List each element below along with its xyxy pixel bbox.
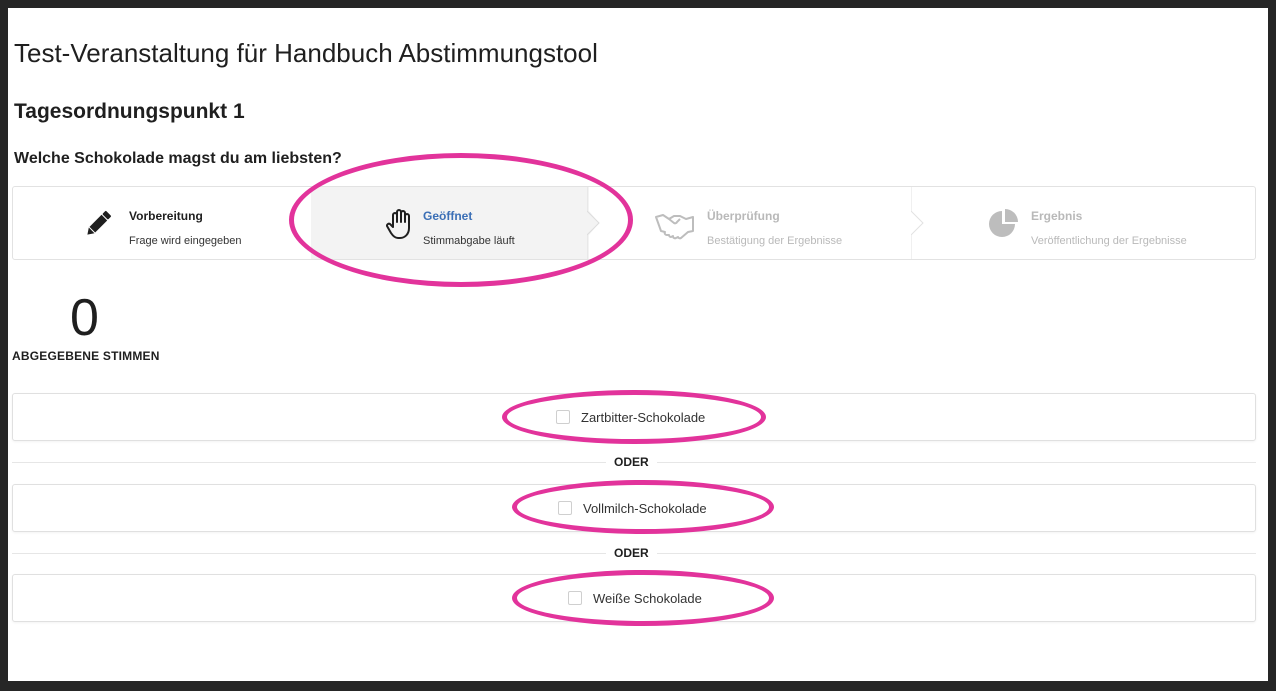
votes-label: ABGEGEBENE STIMMEN xyxy=(12,349,160,363)
step-geoeffnet: Geöffnet Stimmabgabe läuft xyxy=(311,187,587,259)
step-ergebnis: Ergebnis Veröffentlichung der Ergebnisse xyxy=(925,187,1255,259)
step-label: Vorbereitung xyxy=(129,209,203,223)
step-separator xyxy=(587,187,600,259)
votes-count: 0 xyxy=(70,289,99,347)
vote-option[interactable]: Weiße Schokolade xyxy=(12,574,1256,622)
agenda-title: Tagesordnungspunkt 1 xyxy=(14,100,245,123)
step-label: Überprüfung xyxy=(707,209,780,223)
step-sublabel: Stimmabgabe läuft xyxy=(423,235,515,247)
pie-chart-icon xyxy=(989,209,1018,237)
step-sublabel: Frage wird eingegeben xyxy=(129,235,242,247)
option-label: Zartbitter-Schokolade xyxy=(581,410,706,425)
separator-label: ODER xyxy=(606,546,657,560)
option-checkbox[interactable] xyxy=(558,501,572,515)
step-ueberpruefung: Überprüfung Bestätigung der Ergebnisse xyxy=(603,187,911,259)
separator-label: ODER xyxy=(606,455,657,469)
step-label: Ergebnis xyxy=(1031,209,1083,223)
status-stepper: Vorbereitung Frage wird eingegeben Geöff… xyxy=(12,186,1256,260)
step-sublabel: Bestätigung der Ergebnisse xyxy=(707,235,843,247)
option-label: Vollmilch-Schokolade xyxy=(583,501,707,516)
option-checkbox[interactable] xyxy=(556,410,570,424)
vote-option[interactable]: Vollmilch-Schokolade xyxy=(12,484,1256,532)
handshake-icon xyxy=(655,214,694,240)
option-checkbox[interactable] xyxy=(568,591,582,605)
pencil-icon xyxy=(87,210,112,235)
step-sublabel: Veröffentlichung der Ergebnisse xyxy=(1031,235,1187,247)
step-vorbereitung: Vorbereitung Frage wird eingegeben xyxy=(13,187,311,259)
vote-option[interactable]: Zartbitter-Schokolade xyxy=(12,393,1256,441)
event-title: Test-Veranstaltung für Handbuch Abstimmu… xyxy=(14,38,598,68)
step-separator xyxy=(911,187,924,259)
option-label: Weiße Schokolade xyxy=(593,591,702,606)
hand-icon xyxy=(386,209,410,239)
question-text: Welche Schokolade magst du am liebsten? xyxy=(14,150,342,167)
step-label: Geöffnet xyxy=(423,209,473,223)
